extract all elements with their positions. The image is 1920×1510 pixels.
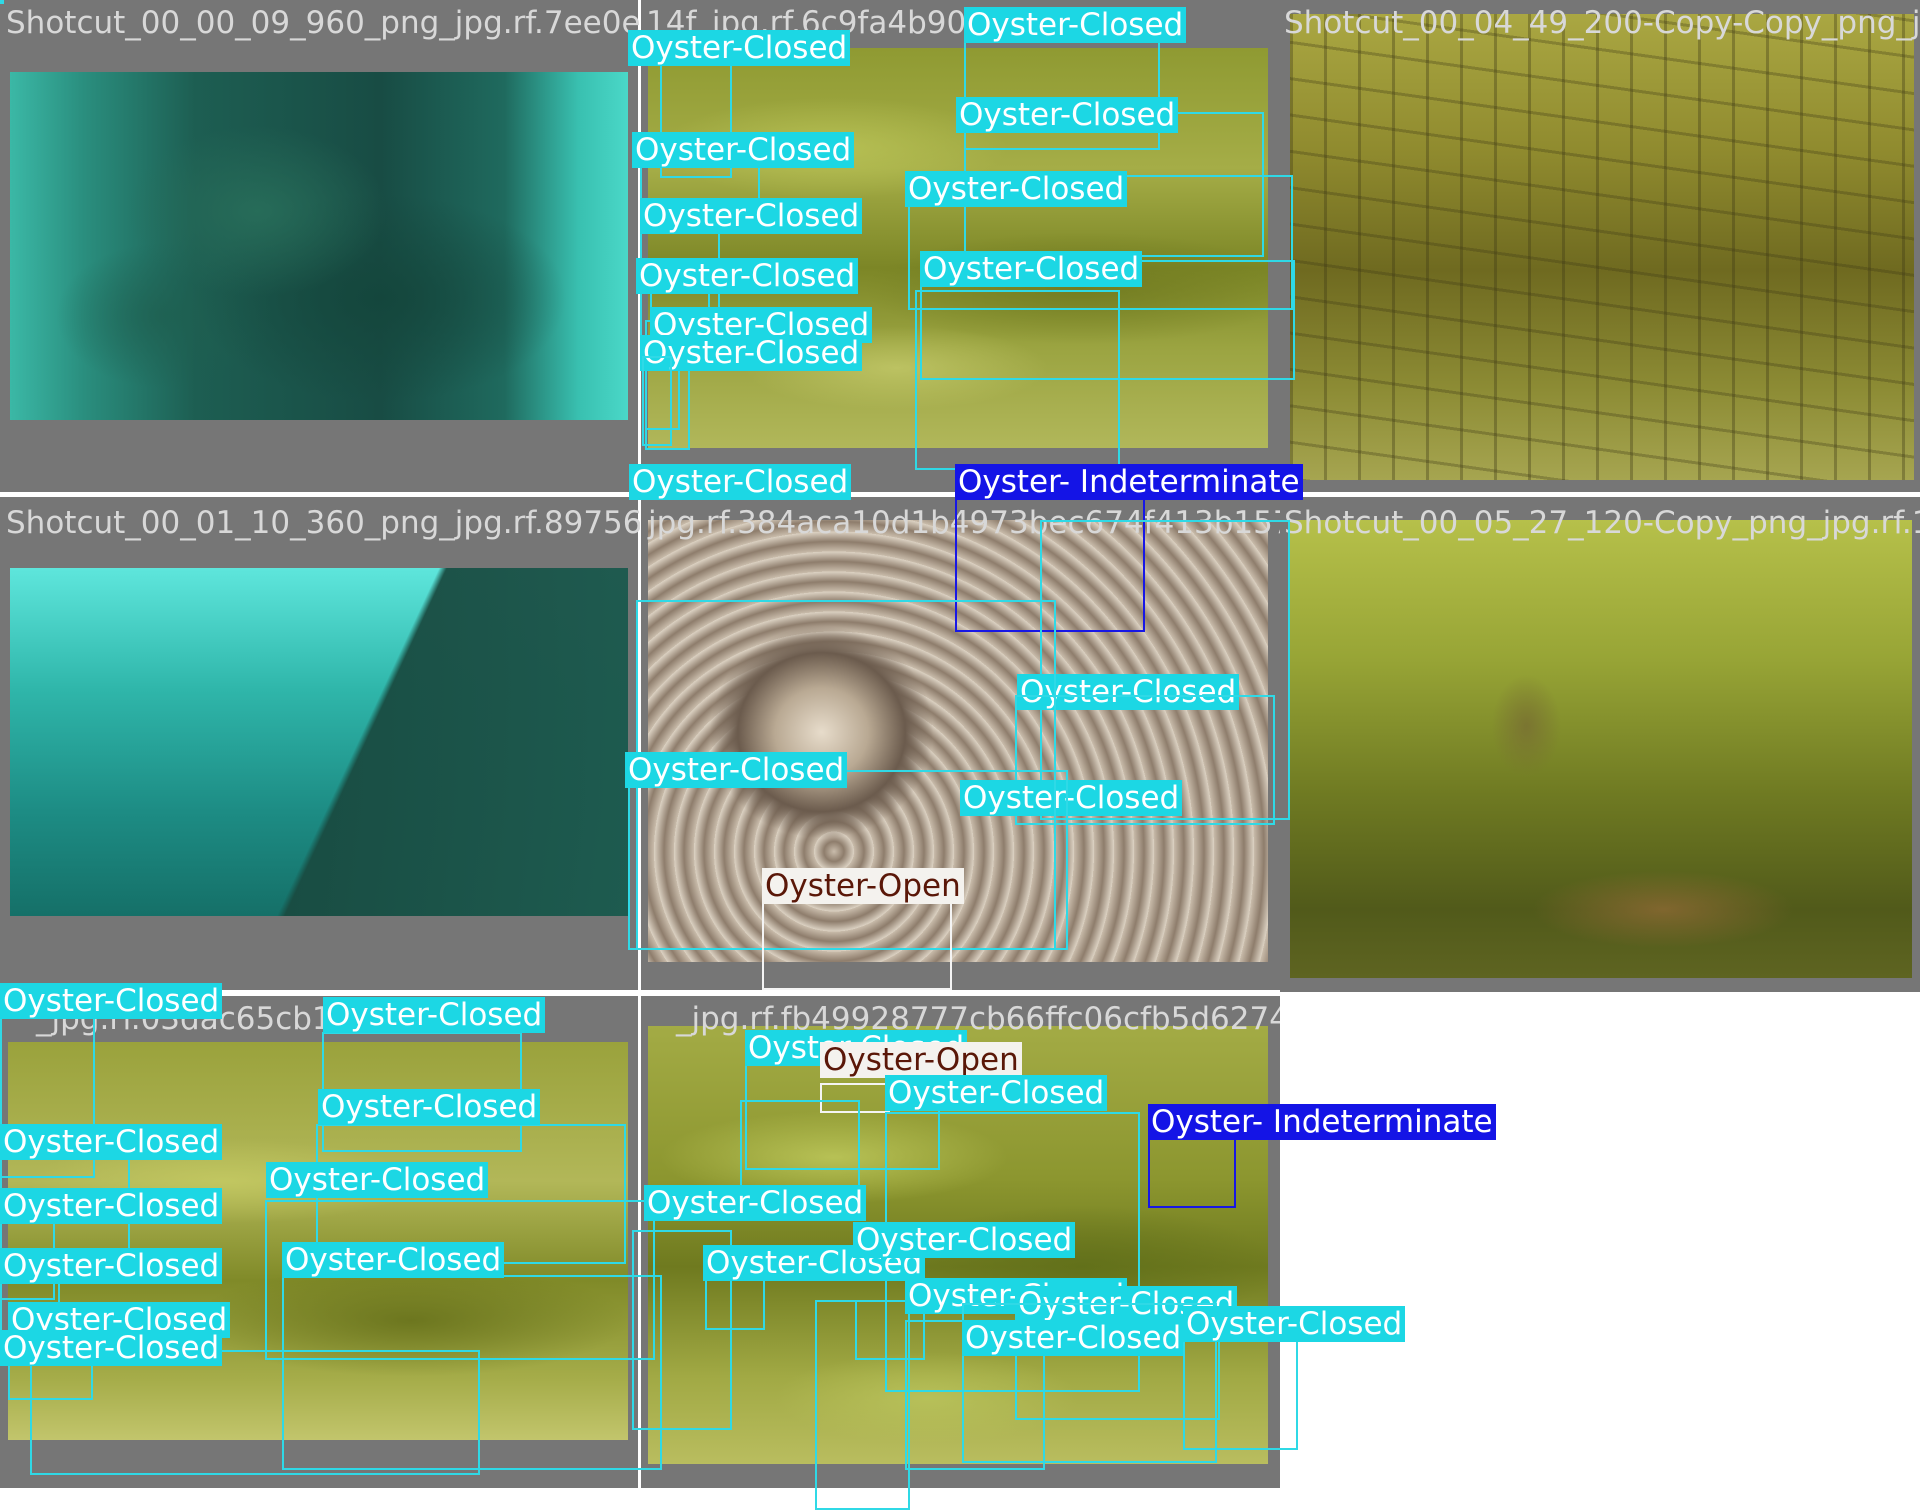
detection-label-closed: Oyster-Closed xyxy=(0,983,223,1019)
detection-label-closed: Oyster-Closed xyxy=(0,1124,223,1160)
detection-label-open: Oyster-Open xyxy=(762,868,964,904)
detection-label-closed: Oyster-Closed xyxy=(0,1330,223,1366)
detection-box-closed xyxy=(0,0,4,4)
detection-box-closed xyxy=(1183,1330,1298,1450)
detection-label-open: Oyster-Open xyxy=(820,1042,1022,1078)
detection-label-closed: Oyster-Closed xyxy=(644,1185,867,1221)
detection-label-closed: Oyster-Closed xyxy=(323,997,546,1033)
detection-label-indeterminate: Oyster- Indeterminate xyxy=(955,464,1303,500)
detection-label-closed: Oyster-Closed xyxy=(640,198,863,234)
detection-label-closed: Oyster-Closed xyxy=(318,1089,541,1125)
detection-box-closed xyxy=(915,290,1120,470)
detection-label-closed: Oyster-Closed xyxy=(885,1075,1108,1111)
detection-label-closed: Oyster-Closed xyxy=(853,1222,1076,1258)
detection-box-open xyxy=(762,895,952,990)
detection-box-indeterminate xyxy=(1148,1128,1236,1208)
detection-label-closed: Oyster-Closed xyxy=(282,1242,505,1278)
detection-label-closed: Oyster-Closed xyxy=(636,258,859,294)
detection-label-closed: Oyster-Closed xyxy=(0,1248,223,1284)
detection-box-closed xyxy=(642,356,672,446)
detection-label-closed: Oyster-Closed xyxy=(962,1320,1185,1356)
detection-label-closed: Oyster-Closed xyxy=(629,464,852,500)
detection-label-closed: Oyster-Closed xyxy=(0,1188,223,1224)
detection-label-indeterminate: Oyster- Indeterminate xyxy=(1148,1104,1496,1140)
detection-label-closed: Oyster-Closed xyxy=(964,7,1187,43)
detection-label-closed: Oyster-Closed xyxy=(920,251,1143,287)
detection-label-closed: Oyster-Closed xyxy=(1183,1306,1406,1342)
detection-label-closed: Oyster-Closed xyxy=(625,752,848,788)
detection-label-closed: Oyster-Closed xyxy=(266,1162,489,1198)
detection-label-closed: Oyster-Closed xyxy=(905,171,1128,207)
detection-label-closed: Oyster-Closed xyxy=(640,335,863,371)
detection-label-closed: Oyster-Closed xyxy=(956,97,1179,133)
detection-box-closed xyxy=(30,1350,480,1475)
detection-label-closed: Oyster-Closed xyxy=(628,30,851,66)
detection-overlay: Oyster-Closed Oyster-Closed Oyster-Closed O… xyxy=(0,0,1920,1510)
detection-label-closed: Oyster-Closed xyxy=(632,132,855,168)
